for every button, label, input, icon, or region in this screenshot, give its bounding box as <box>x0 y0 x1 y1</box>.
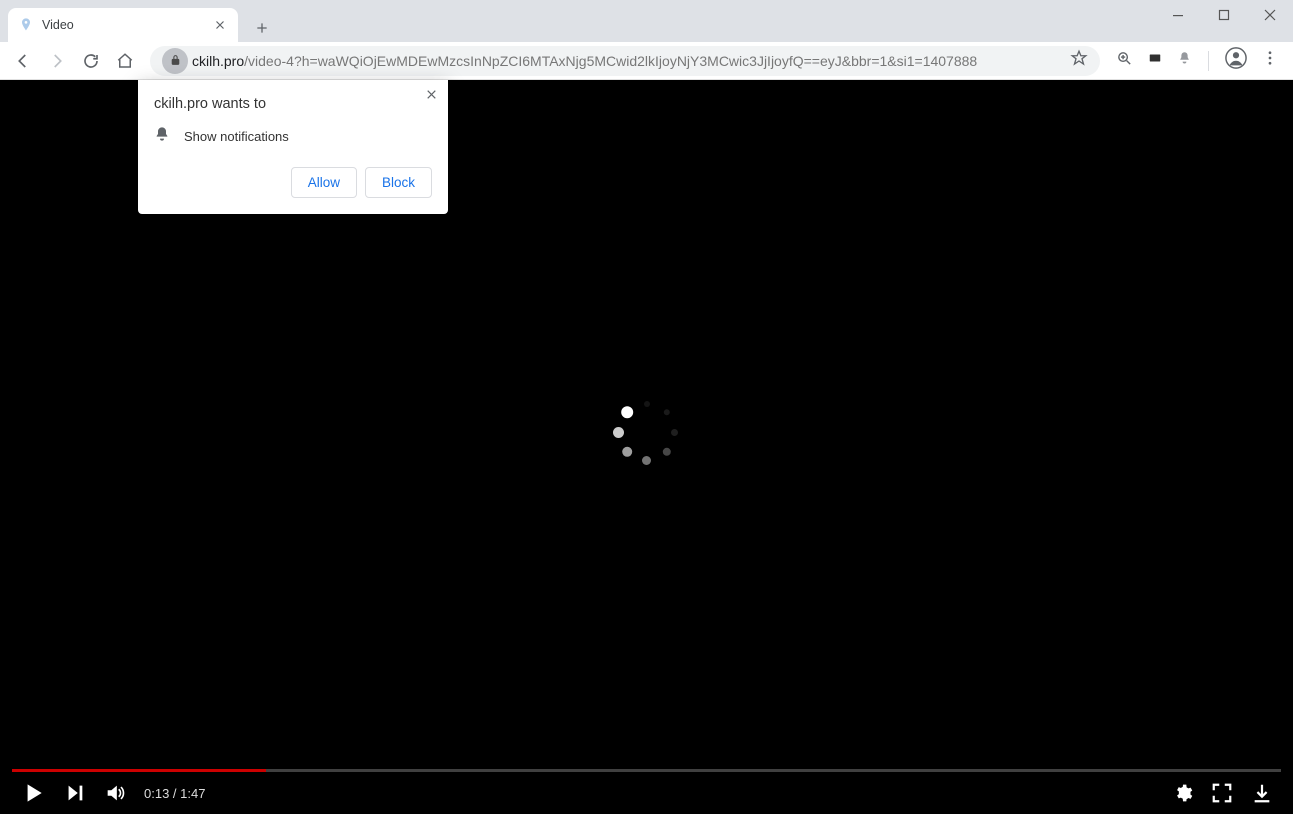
url-origin: ckilh.pro <box>192 53 244 69</box>
close-dialog-icon[interactable] <box>425 88 438 105</box>
bell-icon <box>154 126 170 147</box>
progress-played <box>12 769 266 772</box>
permission-item: Show notifications <box>154 126 432 147</box>
maximize-button[interactable] <box>1201 0 1247 30</box>
permission-actions: Allow Block <box>154 167 432 198</box>
toolbar-separator <box>1208 51 1209 71</box>
tab-strip: Video <box>0 0 1293 42</box>
allow-button[interactable]: Allow <box>291 167 357 198</box>
next-button[interactable] <box>64 782 86 804</box>
current-time: 0:13 <box>144 786 169 801</box>
extension-icon-2[interactable] <box>1177 50 1192 72</box>
reload-button[interactable] <box>76 46 106 76</box>
block-button[interactable]: Block <box>365 167 432 198</box>
browser-toolbar: ckilh.pro/video-4?h=waWQiOjEwMDEwMzcsInN… <box>0 42 1293 80</box>
address-bar[interactable]: ckilh.pro/video-4?h=waWQiOjEwMDEwMzcsInN… <box>150 46 1100 76</box>
zoom-icon[interactable] <box>1116 50 1133 72</box>
minimize-button[interactable] <box>1155 0 1201 30</box>
close-window-button[interactable] <box>1247 0 1293 30</box>
page-content: ckilh.pro wants to Show notifications Al… <box>0 80 1293 814</box>
notification-permission-dialog: ckilh.pro wants to Show notifications Al… <box>138 80 448 214</box>
forward-button[interactable] <box>42 46 72 76</box>
play-button[interactable] <box>20 780 46 806</box>
browser-tab[interactable]: Video <box>8 8 238 42</box>
back-button[interactable] <box>8 46 38 76</box>
new-tab-button[interactable] <box>248 14 276 42</box>
permission-title: ckilh.pro wants to <box>154 96 432 112</box>
browser-menu-icon[interactable] <box>1261 49 1279 72</box>
video-controls: 0:13 / 1:47 <box>12 769 1281 814</box>
time-display: 0:13 / 1:47 <box>144 786 205 801</box>
close-tab-icon[interactable] <box>212 17 228 33</box>
fullscreen-button[interactable] <box>1211 782 1233 804</box>
url-path: /video-4?h=waWQiOjEwMDEwMzcsInNpZCI6MTAx… <box>244 53 977 69</box>
duration-time: 1:47 <box>180 786 205 801</box>
loading-spinner-icon <box>612 397 682 467</box>
tab-favicon-icon <box>18 17 34 33</box>
window-controls <box>1155 0 1293 30</box>
progress-bar[interactable] <box>12 769 1281 772</box>
download-button[interactable] <box>1251 782 1273 804</box>
extension-area <box>1110 47 1285 74</box>
settings-button[interactable] <box>1173 783 1193 803</box>
url-text: ckilh.pro/video-4?h=waWQiOjEwMDEwMzcsInN… <box>192 53 1062 69</box>
profile-avatar-icon[interactable] <box>1225 47 1247 74</box>
permission-item-label: Show notifications <box>184 129 289 144</box>
tab-title: Video <box>42 18 204 32</box>
extension-icon-1[interactable] <box>1147 51 1163 70</box>
site-info-lock-icon[interactable] <box>162 48 188 74</box>
bookmark-star-icon[interactable] <box>1070 49 1088 72</box>
home-button[interactable] <box>110 46 140 76</box>
volume-button[interactable] <box>104 782 126 804</box>
